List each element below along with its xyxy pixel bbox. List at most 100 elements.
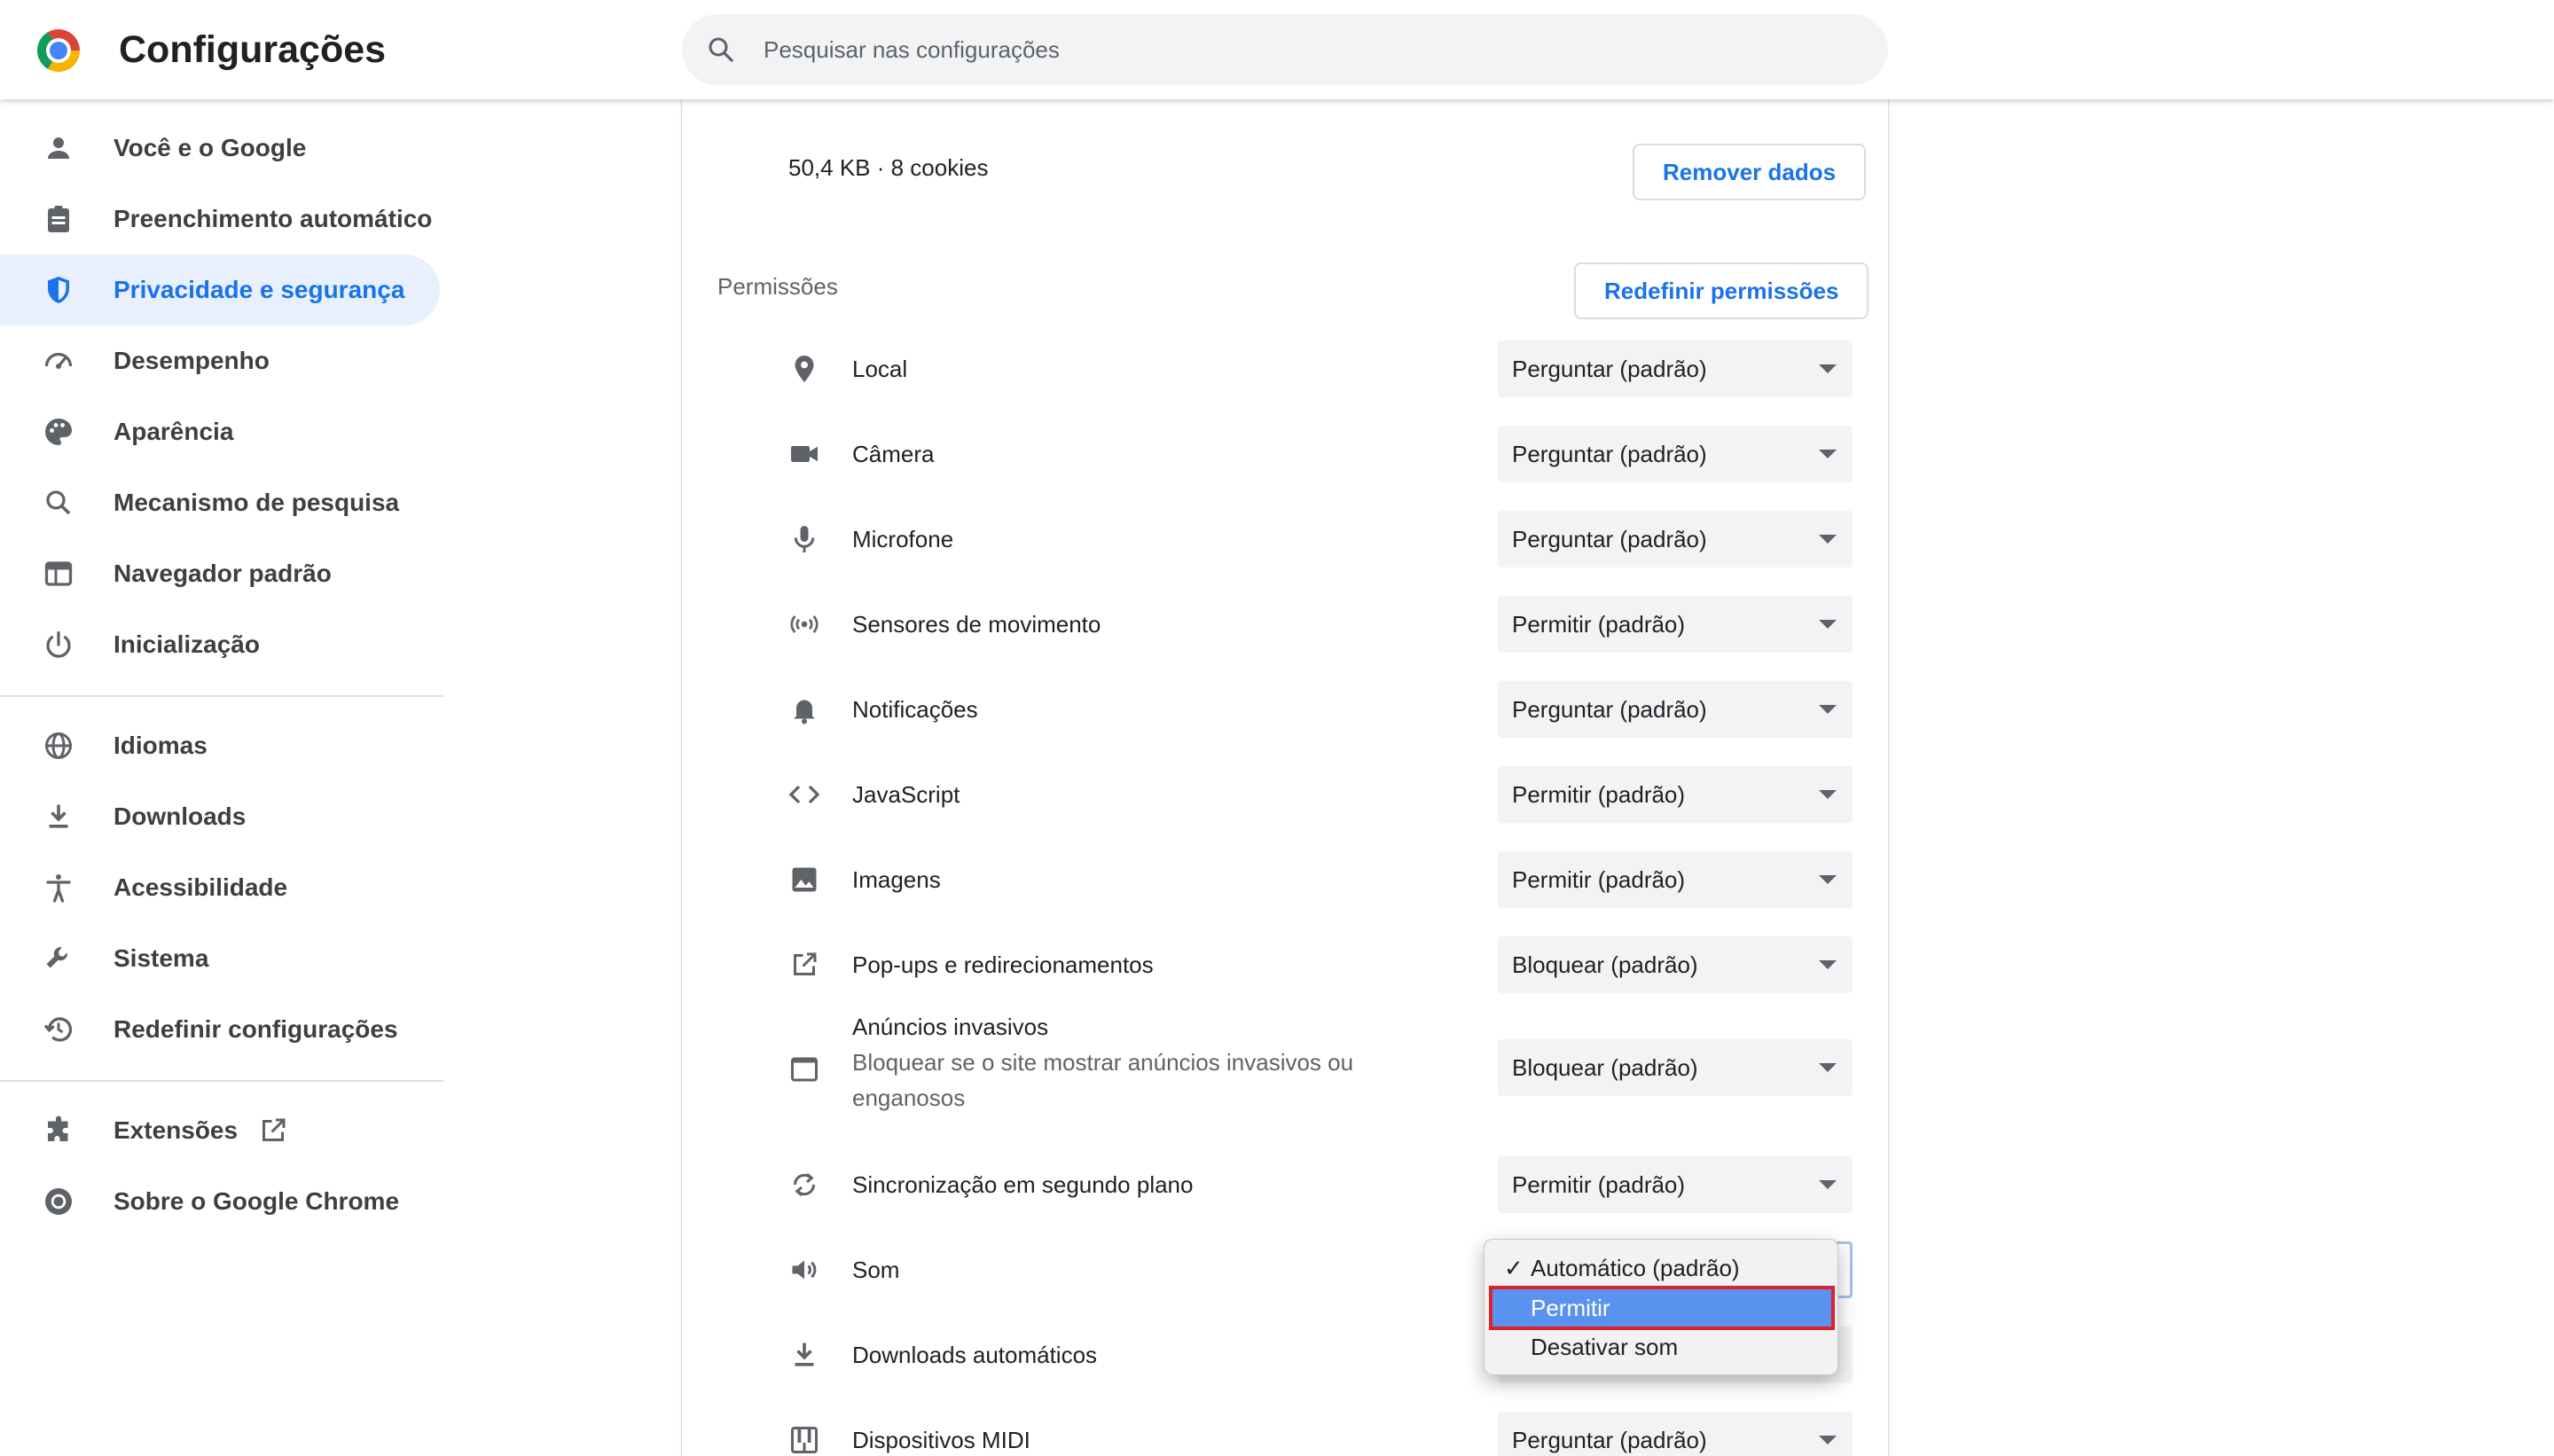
dropdown-arrow-icon (1819, 364, 1837, 373)
sidebar-item-navegador-padrao[interactable]: Navegador padrão (0, 538, 440, 609)
speedometer-icon (44, 352, 73, 369)
download-icon (49, 804, 68, 828)
piano-icon (791, 1427, 818, 1453)
permission-description: Bloquear se o site mostrar anúncios inva… (852, 1049, 1354, 1111)
sidebar-item-aparencia[interactable]: Aparência (0, 396, 440, 467)
sidebar-item-label: Extensões (114, 1116, 239, 1144)
open-in-new-icon (794, 952, 817, 975)
download-icon (795, 1342, 814, 1366)
permission-label: Notificações (852, 696, 978, 723)
permission-label: Sensores de movimento (852, 611, 1101, 638)
person-icon (48, 137, 69, 159)
permission-select-microfone[interactable]: Perguntar (padrão) (1498, 511, 1853, 568)
dropdown-arrow-icon (1819, 620, 1837, 629)
dropdown-arrow-icon (1819, 1436, 1837, 1444)
sidebar-item-label: Aparência (114, 418, 234, 445)
permission-select-javascript[interactable]: Permitir (padrão) (1498, 766, 1853, 823)
menu-option-desativar-som[interactable]: Desativar som (1492, 1327, 1832, 1366)
permission-label: Som (852, 1256, 900, 1283)
image-icon (792, 867, 817, 892)
permission-row-local: Local Perguntar (padrão) (682, 326, 1888, 411)
sidebar-item-mecanismo-de-pesquisa[interactable]: Mecanismo de pesquisa (0, 467, 440, 538)
dropdown-arrow-icon (1819, 875, 1837, 884)
select-value: Bloquear (padrão) (1512, 1054, 1698, 1081)
dropdown-arrow-icon (1819, 1063, 1837, 1072)
select-value: Permitir (padrão) (1512, 611, 1686, 638)
power-icon (46, 630, 71, 658)
permission-select-midi[interactable]: Perguntar (padrão) (1498, 1412, 1853, 1456)
permission-select-camera[interactable]: Perguntar (padrão) (1498, 426, 1853, 482)
permission-label: Imagens (852, 866, 941, 893)
sidebar-item-label: Inicialização (114, 630, 260, 658)
sidebar-item-desempenho[interactable]: Desempenho (0, 325, 440, 396)
permissions-heading: Permissões (717, 273, 838, 300)
sidebar-item-label: Mecanismo de pesquisa (114, 489, 400, 516)
permission-select-anuncios[interactable]: Bloquear (padrão) (1498, 1039, 1853, 1096)
sidebar-item-label: Redefinir configurações (114, 1015, 398, 1043)
camera-icon (791, 446, 818, 462)
menu-option-permitir[interactable]: Permitir (1489, 1286, 1835, 1330)
ad-window-icon (791, 1057, 818, 1082)
permission-row-notificacoes: Notificações Perguntar (padrão) (682, 667, 1888, 752)
speaker-icon (792, 1260, 817, 1280)
motion-sensor-icon (790, 615, 819, 633)
sidebar-item-sistema[interactable]: Sistema (0, 923, 440, 994)
sidebar: Você e o Google Preenchimento automático… (0, 99, 443, 1456)
sidebar-item-label: Acessibilidade (114, 873, 288, 901)
select-value: Perguntar (padrão) (1512, 526, 1707, 552)
permission-row-javascript: JavaScript Permitir (padrão) (682, 752, 1888, 837)
permission-select-notificacoes[interactable]: Perguntar (padrão) (1498, 681, 1853, 738)
select-value: Permitir (padrão) (1512, 781, 1686, 808)
location-pin-icon (795, 356, 814, 382)
dropdown-arrow-icon (1819, 960, 1837, 969)
permission-label: Dispositivos MIDI (852, 1427, 1030, 1453)
permission-row-midi: Dispositivos MIDI Perguntar (padrão) (682, 1397, 1888, 1456)
accessibility-icon (46, 874, 71, 903)
select-value: Perguntar (padrão) (1512, 1427, 1707, 1453)
sidebar-item-label: Sistema (114, 944, 209, 972)
menu-option-label: Desativar som (1531, 1334, 1679, 1360)
permission-row-sensores: Sensores de movimento Permitir (padrão) (682, 582, 1888, 667)
sidebar-item-extensoes[interactable]: Extensões (0, 1095, 440, 1166)
permission-select-sensores[interactable]: Permitir (padrão) (1498, 596, 1853, 653)
sidebar-item-downloads[interactable]: Downloads (0, 781, 440, 852)
sidebar-item-sobre-chrome[interactable]: Sobre o Google Chrome (0, 1166, 440, 1237)
dropdown-arrow-icon (1819, 705, 1837, 714)
sidebar-item-idiomas[interactable]: Idiomas (0, 710, 440, 781)
sidebar-item-preenchimento[interactable]: Preenchimento automático (0, 184, 440, 254)
wrench-icon (46, 947, 67, 968)
permission-select-popups[interactable]: Bloquear (padrão) (1498, 936, 1853, 993)
sound-dropdown-menu: ✓ Automático (padrão) Permitir Desativar… (1484, 1239, 1838, 1375)
permission-row-camera: Câmera Perguntar (padrão) (682, 411, 1888, 497)
search-input[interactable] (764, 14, 1828, 85)
globe-icon (45, 732, 72, 759)
sidebar-item-acessibilidade[interactable]: Acessibilidade (0, 852, 440, 923)
sidebar-item-inicializacao[interactable]: Inicialização (0, 609, 440, 680)
permission-row-sincronizacao: Sincronização em segundo plano Permitir … (682, 1142, 1888, 1227)
sidebar-item-label: Idiomas (114, 732, 208, 759)
page-title: Configurações (119, 28, 387, 71)
sidebar-item-label: Preenchimento automático (114, 205, 433, 232)
search-box[interactable] (682, 14, 1888, 85)
remove-data-button[interactable]: Remover dados (1633, 144, 1867, 200)
menu-option-label: Automático (padrão) (1531, 1255, 1740, 1281)
browser-window-icon (44, 561, 73, 586)
dropdown-arrow-icon (1819, 450, 1837, 458)
search-icon (46, 490, 71, 515)
sidebar-item-label: Você e o Google (114, 134, 307, 161)
permission-label: Sincronização em segundo plano (852, 1171, 1194, 1198)
sidebar-item-redefinir[interactable]: Redefinir configurações (0, 994, 440, 1065)
permission-label: Downloads automáticos (852, 1342, 1098, 1368)
permission-select-imagens[interactable]: Permitir (padrão) (1498, 851, 1853, 908)
permission-select-sincronizacao[interactable]: Permitir (padrão) (1498, 1156, 1853, 1213)
sidebar-item-label: Desempenho (114, 347, 270, 374)
permission-select-local[interactable]: Perguntar (padrão) (1498, 341, 1853, 397)
menu-option-automatico[interactable]: ✓ Automático (padrão) (1492, 1249, 1832, 1288)
chrome-logo-icon (37, 29, 80, 72)
code-icon (788, 785, 820, 804)
permission-label: JavaScript (852, 781, 960, 808)
reset-permissions-button[interactable]: Redefinir permissões (1574, 262, 1869, 319)
sidebar-item-privacidade[interactable]: Privacidade e segurança (0, 254, 440, 325)
sidebar-item-voce-e-o-google[interactable]: Você e o Google (0, 113, 440, 184)
palette-icon (45, 419, 72, 445)
